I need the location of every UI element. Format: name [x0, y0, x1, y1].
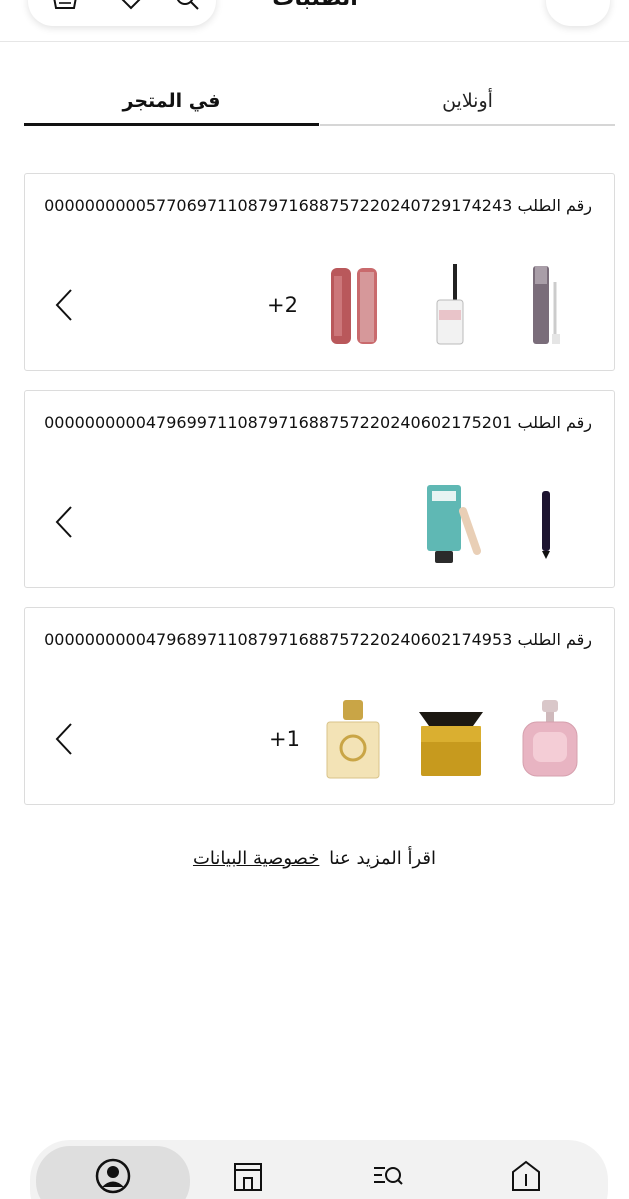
privacy-text: اقرأ المزيد عنا [329, 848, 437, 869]
tab-in-store[interactable]: في المتجر [24, 84, 319, 126]
home-icon [512, 1160, 540, 1191]
tab-online[interactable]: أونلاين [320, 84, 615, 126]
page-title: الطلبات [250, 0, 380, 11]
nav-home[interactable] [450, 1146, 604, 1199]
order-number-value: 0000000000479699711087971688757220240602… [44, 413, 513, 432]
pink-perfume-image [522, 700, 578, 777]
nav-account[interactable] [36, 1146, 190, 1199]
account-icon [95, 1158, 131, 1194]
black-perfume-image [419, 712, 483, 776]
forward-button[interactable] [546, 0, 610, 26]
chevron-left-icon[interactable] [53, 722, 75, 756]
lip-gloss-image [331, 268, 377, 344]
order-card[interactable]: رقم الطلب 000000000047969971108797168875… [24, 390, 615, 588]
extra-items-count: +2 [267, 293, 298, 317]
store-icon [234, 1163, 262, 1191]
header-actions [28, 0, 216, 26]
order-label: رقم الطلب [517, 413, 592, 432]
bottom-nav [30, 1140, 608, 1199]
tabs: أونلاين في المتجر [24, 84, 615, 126]
order-label: رقم الطلب [517, 196, 592, 215]
nav-search-list[interactable] [312, 1146, 466, 1199]
nav-store[interactable] [172, 1146, 326, 1199]
gold-perfume-image [326, 700, 380, 779]
chevron-left-icon[interactable] [53, 288, 75, 322]
order-number: رقم الطلب 000000000057706971108797168875… [44, 196, 592, 215]
order-number-value: 0000000000577069711087971688757220240729… [44, 196, 513, 215]
order-label: رقم الطلب [517, 630, 592, 649]
order-number: رقم الطلب 000000000047969971108797168875… [44, 413, 592, 432]
order-card[interactable]: رقم الطلب 000000000047968971108797168875… [24, 607, 615, 805]
order-card[interactable]: رقم الطلب 000000000057706971108797168875… [24, 173, 615, 371]
basket-icon[interactable] [50, 0, 80, 12]
order-number-value: 0000000000479689711087971688757220240602… [44, 630, 513, 649]
privacy-link[interactable]: خصوصية البيانات [193, 848, 319, 869]
chevron-right-icon [546, 0, 610, 26]
eyeliner-image [542, 491, 550, 559]
pore-primer-image [427, 485, 481, 563]
extra-items-count: +1 [269, 727, 300, 751]
eyeshadow-primer-image [533, 266, 560, 344]
mascara-image [436, 264, 464, 345]
chevron-left-icon[interactable] [53, 505, 75, 539]
privacy-line: اقرأ المزيد عنا خصوصية البيانات [0, 848, 629, 869]
header: الطلبات [0, 0, 629, 42]
order-number: رقم الطلب 000000000047968971108797168875… [44, 630, 592, 649]
search-list-icon [374, 1167, 403, 1185]
heart-icon[interactable] [116, 0, 146, 12]
search-icon[interactable] [174, 0, 204, 12]
